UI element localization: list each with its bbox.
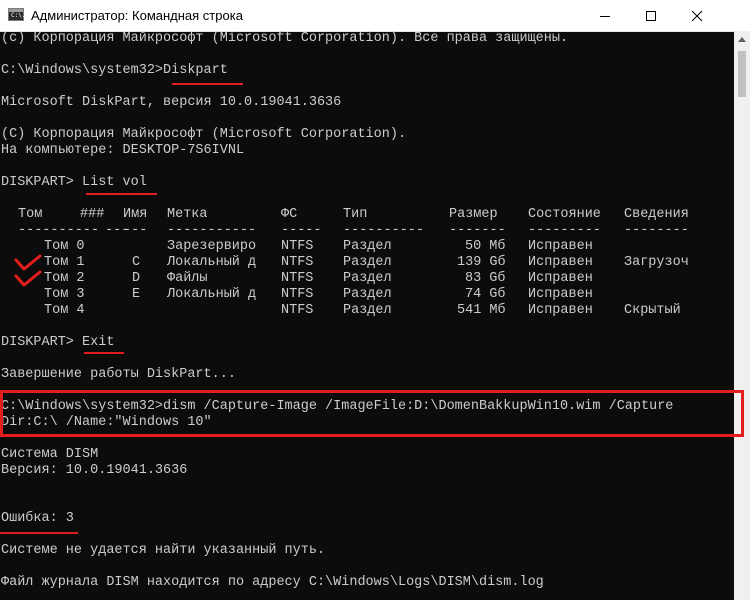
- sep-label: -----------: [167, 223, 257, 238]
- vol-type: Раздел: [343, 255, 392, 270]
- vol-type: Раздел: [343, 271, 392, 286]
- vol-letter: C: [132, 255, 141, 270]
- vol-type: Раздел: [343, 303, 392, 318]
- cmd-app-icon[interactable]: C:\.: [8, 8, 26, 21]
- minimize-button[interactable]: [582, 0, 628, 31]
- col-header-num: ###: [80, 207, 105, 222]
- maximize-icon: [646, 11, 656, 21]
- col-header-fs: ФС: [281, 207, 298, 222]
- sep-status: ---------: [528, 223, 601, 238]
- sep-fs: -----: [281, 223, 322, 238]
- volume-table-header: Том ### Имя Метка ФС Тип Размер Состояни…: [0, 207, 734, 223]
- sep-info: --------: [624, 223, 689, 238]
- cmd-app-icon-text: C:\.: [11, 12, 26, 19]
- vol-status: Исправен: [528, 271, 593, 286]
- annotation-underline-exit: [84, 352, 124, 354]
- scroll-thumb[interactable]: [738, 51, 746, 97]
- computer-name-line: На компьютере: DESKTOP-7S6IVNL: [1, 143, 245, 158]
- vol-label: Файлы: [167, 271, 208, 286]
- vol-info: Скрытый: [624, 303, 681, 318]
- vol-size: 83 Gб: [465, 271, 506, 286]
- vol-fs: NTFS: [281, 287, 314, 302]
- dism-system-line: Система DISM: [1, 447, 99, 462]
- vol-name: Том 0: [44, 239, 85, 254]
- sep-tom: ----------: [18, 223, 100, 238]
- console-output[interactable]: (c) Корпорация Майкрософт (Microsoft Cor…: [0, 31, 734, 600]
- sep-type: ----------: [343, 223, 425, 238]
- vol-name: Том 1: [44, 255, 85, 270]
- copyright-line: (c) Корпорация Майкрософт (Microsoft Cor…: [1, 31, 569, 46]
- vol-fs: NTFS: [281, 303, 314, 318]
- col-header-info: Сведения: [624, 207, 689, 222]
- prompt-diskpart-line: C:\Windows\system32>Diskpart: [1, 63, 228, 78]
- col-header-size: Размер: [449, 207, 498, 222]
- col-header-letter: Имя: [123, 207, 148, 222]
- error-code-line: Ошибка: 3: [1, 511, 74, 526]
- vol-name: Том 4: [44, 303, 85, 318]
- vol-letter: E: [132, 287, 141, 302]
- col-header-tom: Том: [18, 207, 43, 222]
- vol-name: Том 3: [44, 287, 85, 302]
- vol-status: Исправен: [528, 239, 593, 254]
- vol-size: 541 Мб: [457, 303, 506, 318]
- vol-info: Загрузоч: [624, 255, 689, 270]
- vol-type: Раздел: [343, 239, 392, 254]
- vol-label: Локальный д: [167, 255, 257, 270]
- annotation-underline-error: [0, 532, 78, 534]
- volume-table-separator: ---------- --- --- ----------- ----- ---…: [0, 223, 734, 239]
- diskpart-version-line: Microsoft DiskPart, версия 10.0.19041.36…: [1, 95, 342, 110]
- col-header-status: Состояние: [528, 207, 601, 222]
- vol-fs: NTFS: [281, 255, 314, 270]
- col-header-type: Тип: [343, 207, 368, 222]
- sep-size: -------: [449, 223, 506, 238]
- check-mark-icon: [14, 270, 42, 287]
- title-bar[interactable]: C:\. Администратор: Командная строка: [0, 0, 750, 32]
- vol-size: 139 Gб: [457, 255, 506, 270]
- dism-version-line: Версия: 10.0.19041.3636: [1, 463, 188, 478]
- close-button[interactable]: [674, 0, 720, 31]
- volume-row: Том 4 NTFS Раздел 541 Мб Исправен Скрыты…: [0, 303, 734, 319]
- scroll-up-button[interactable]: [734, 31, 750, 48]
- volume-row: Том 1 C Локальный д NTFS Раздел 139 Gб И…: [0, 255, 734, 271]
- chevron-up-icon: [738, 37, 746, 42]
- col-header-label: Метка: [167, 207, 208, 222]
- volume-row: Том 3 E Локальный д NTFS Раздел 74 Gб Ис…: [0, 287, 734, 303]
- vertical-scrollbar[interactable]: [734, 31, 750, 600]
- vol-type: Раздел: [343, 287, 392, 302]
- vol-label: Локальный д: [167, 287, 257, 302]
- diskpart-copyright-line: (С) Корпорация Майкрософт (Microsoft Cor…: [1, 127, 407, 142]
- minimize-icon: [600, 16, 610, 17]
- vol-label: Зарезервиро: [167, 239, 257, 254]
- vol-fs: NTFS: [281, 239, 314, 254]
- error-message-line: Системе не удается найти указанный путь.: [1, 543, 326, 558]
- diskpart-exit-line: Завершение работы DiskPart...: [1, 367, 236, 382]
- vol-size: 74 Gб: [465, 287, 506, 302]
- prompt-exit-line: DISKPART> Exit: [1, 335, 115, 350]
- annotation-underline-diskpart: [172, 83, 243, 85]
- vol-status: Исправен: [528, 303, 593, 318]
- vol-size: 50 Мб: [465, 239, 506, 254]
- vol-fs: NTFS: [281, 271, 314, 286]
- volume-row: Том 2 D Файлы NTFS Раздел 83 Gб Исправен: [0, 271, 734, 287]
- command-prompt-window: C:\. Администратор: Командная строка (c)…: [0, 0, 750, 600]
- maximize-button[interactable]: [628, 0, 674, 31]
- vol-name: Том 2: [44, 271, 85, 286]
- annotation-underline-list-vol: [86, 193, 157, 195]
- annotation-highlight-dism-command: [0, 390, 744, 437]
- prompt-list-vol-line: DISKPART> List vol: [1, 175, 147, 190]
- volume-row: Том 0 Зарезервиро NTFS Раздел 50 Мб Испр…: [0, 239, 734, 255]
- vol-status: Исправен: [528, 287, 593, 302]
- vol-status: Исправен: [528, 255, 593, 270]
- vol-letter: D: [132, 271, 141, 286]
- sep-letter: ---: [123, 223, 148, 238]
- window-title: Администратор: Командная строка: [31, 8, 243, 23]
- close-icon: [691, 10, 703, 22]
- dism-log-path-line: Файл журнала DISM находится по адресу C:…: [1, 575, 544, 590]
